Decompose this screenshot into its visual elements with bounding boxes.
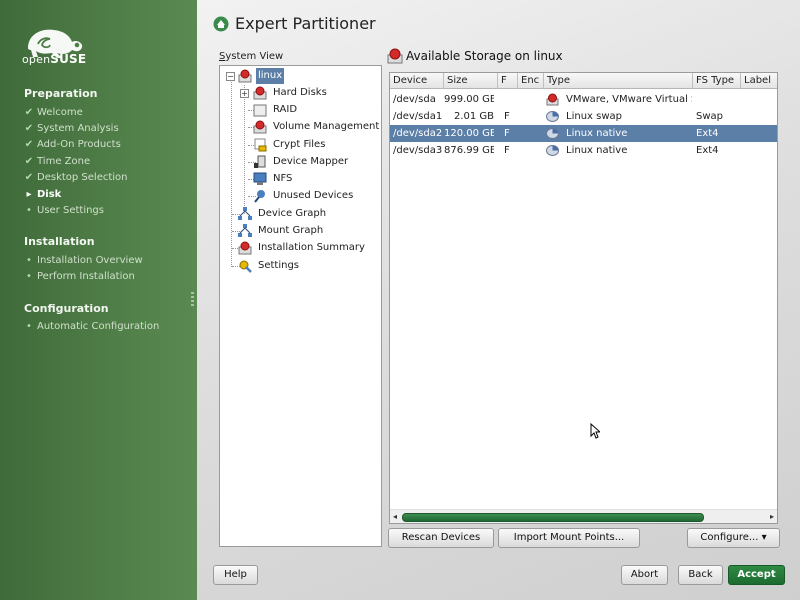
column-device[interactable]: Device [390,73,444,89]
step-time-zone: ✔ Time Zone [24,156,91,167]
partition-icon [546,145,559,156]
sidebar: openSUSE Preparation ✔ Welcome ✔ System An… [0,0,197,600]
expand-hard-disks-icon[interactable]: + [240,89,249,98]
step-perform-installation: • Perform Installation [24,271,135,282]
harddisk-red-icon [387,48,403,64]
step-add-on-products: ✔ Add-On Products [24,139,121,150]
raid-icon [253,104,267,117]
bullet-icon: • [26,205,32,216]
column-label[interactable]: Label [741,73,777,89]
partition-icon [546,111,559,122]
scroll-left-icon[interactable]: ◂ [393,510,397,523]
device-graph-icon [238,207,252,220]
current-step-icon: ▸ [26,189,32,200]
step-automatic-configuration: • Automatic Configuration [24,321,159,332]
column-enc[interactable]: Enc [518,73,544,89]
volume-icon [253,120,267,134]
check-icon: ✔ [24,156,34,167]
sidebar-resize-handle[interactable] [191,292,194,308]
column-fs-type[interactable]: FS Type [693,73,741,89]
mount-graph-icon [238,224,252,237]
table-row[interactable]: /dev/sda1 2.01 GB F Linux swap Swap [390,108,777,125]
scroll-right-icon[interactable]: ▸ [770,510,774,523]
table-header: Device Size F Enc Type FS Type Label [390,73,777,89]
bullet-icon: • [26,321,32,332]
device-mapper-icon [254,155,266,168]
section-title-preparation: Preparation [24,87,98,100]
storage-title: Available Storage on linux [406,49,563,63]
opensuse-wordmark: openSUSE [22,52,87,66]
step-desktop-selection: ✔ Desktop Selection [24,172,128,183]
import-mount-points-button[interactable]: Import Mount Points... [498,528,640,548]
help-button[interactable]: Help [213,565,258,585]
column-type[interactable]: Type [544,73,693,89]
check-icon: ✔ [24,107,34,118]
configure-menu-button[interactable]: Configure... ▾ [687,528,780,548]
column-size[interactable]: Size [444,73,498,89]
settings-icon [239,260,252,273]
storage-table[interactable]: Device Size F Enc Type FS Type Label /de… [389,72,778,524]
step-welcome: ✔ Welcome [24,107,83,118]
abort-button[interactable]: Abort [621,565,668,585]
section-title-installation: Installation [24,235,95,248]
bullet-icon: • [26,255,32,266]
collapse-linux-icon[interactable]: − [226,72,235,81]
bullet-icon: • [26,271,32,282]
system-view-tree[interactable]: − + linux Hard Disks RAID Volume Managem… [219,65,382,547]
scrollbar-thumb[interactable] [402,513,704,522]
back-button[interactable]: Back [678,565,723,585]
step-installation-overview: • Installation Overview [24,255,143,266]
table-row-selected[interactable]: /dev/sda2 120.00 GB F Linux native Ext4 [390,125,777,142]
nfs-icon [253,172,267,185]
summary-icon [238,241,252,255]
table-row[interactable]: /dev/sda3 876.99 GB F Linux native Ext4 [390,142,777,159]
harddisk-red-icon [253,86,267,100]
system-view-label: System View [219,51,284,62]
check-icon: ✔ [24,123,34,134]
table-row[interactable]: /dev/sda 999.00 GB VMware, VMware Virtua… [390,91,777,108]
step-system-analysis: ✔ System Analysis [24,123,119,134]
rescan-devices-button[interactable]: Rescan Devices [388,528,494,548]
column-f[interactable]: F [498,73,518,89]
mouse-pointer-icon [590,423,600,439]
page-title: Expert Partitioner [235,14,376,33]
unused-devices-icon [254,190,265,203]
check-icon: ✔ [24,139,34,150]
step-user-settings: • User Settings [24,205,104,216]
check-icon: ✔ [24,172,34,183]
partition-icon [546,128,559,139]
crypt-files-icon [254,138,267,152]
step-disk: ▸ Disk [24,189,61,200]
partitioner-icon [213,16,229,32]
harddisk-red-icon [238,69,252,83]
main-panel: Expert Partitioner System View − + linux… [197,0,800,600]
harddisk-red-icon [546,93,559,106]
section-title-configuration: Configuration [24,302,109,315]
horizontal-scrollbar[interactable]: ◂ ▸ [390,509,777,523]
accept-button[interactable]: Accept [728,565,785,585]
